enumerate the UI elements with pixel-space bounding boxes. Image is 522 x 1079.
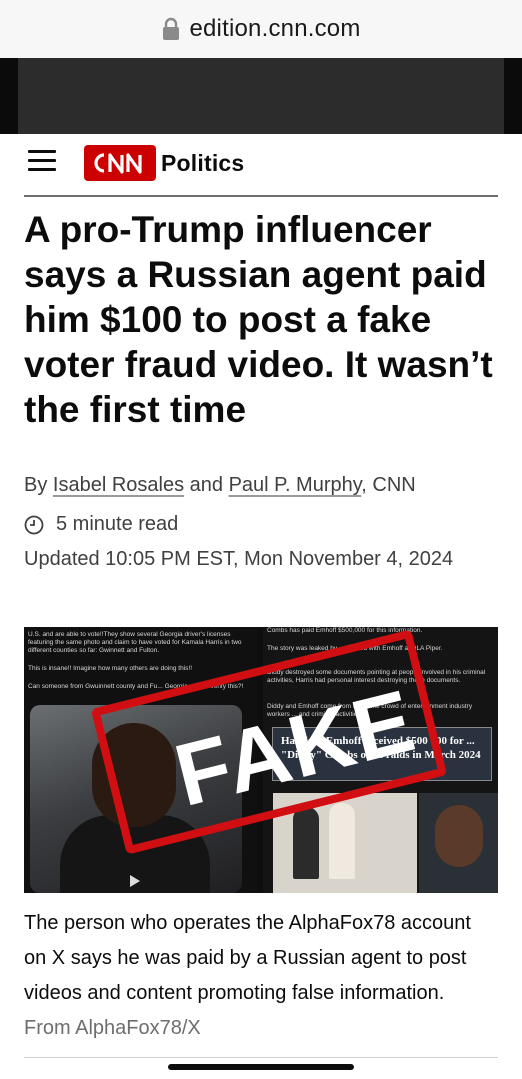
updated-timestamp: Updated 10:05 PM EST, Mon November 4, 20… <box>24 548 454 570</box>
byline-and: and <box>189 474 224 496</box>
author-link-2[interactable]: Paul P. Murphy <box>229 474 362 496</box>
caption-text: The person who operates the AlphaFox78 a… <box>24 912 471 1004</box>
article-headline: A pro-Trump influencer says a Russian ag… <box>24 209 493 430</box>
caption-credit: From AlphaFox78/X <box>24 1017 201 1039</box>
read-time: 5 minute read <box>24 513 178 536</box>
lock-icon <box>163 17 180 40</box>
left-post-text-1: U.S. and are able to vote!!They show sev… <box>28 631 242 654</box>
play-icon <box>130 875 140 887</box>
left-post-text-2: This is insane!! Imagine how many others… <box>28 665 193 672</box>
right-post-text-1: Combs has paid Emhoff $500,000 for this … <box>267 627 423 634</box>
author-link-1[interactable]: Isabel Rosales <box>53 474 184 496</box>
ad-band <box>0 58 522 134</box>
browser-url-bar[interactable]: edition.cnn.com <box>0 0 522 58</box>
header-divider <box>24 195 498 197</box>
read-time-text: 5 minute read <box>56 513 179 535</box>
photo-portrait <box>419 793 498 893</box>
clock-icon <box>24 515 44 534</box>
byline-outlet: , CNN <box>361 474 416 496</box>
byline: By Isabel Rosales and Paul P. Murphy, CN… <box>24 474 416 497</box>
article-image[interactable]: U.S. and are able to vote!!They show sev… <box>24 627 498 893</box>
url-text[interactable]: edition.cnn.com <box>189 15 360 43</box>
site-nav <box>0 134 522 196</box>
ad-placeholder <box>18 58 504 134</box>
cnn-logo[interactable] <box>84 145 156 181</box>
caption-divider <box>24 1057 498 1058</box>
section-title[interactable]: Politics <box>161 150 244 177</box>
byline-prefix: By <box>24 474 48 496</box>
menu-icon[interactable] <box>28 150 56 172</box>
image-caption: The person who operates the AlphaFox78 a… <box>24 906 494 1046</box>
home-indicator[interactable] <box>168 1064 354 1070</box>
